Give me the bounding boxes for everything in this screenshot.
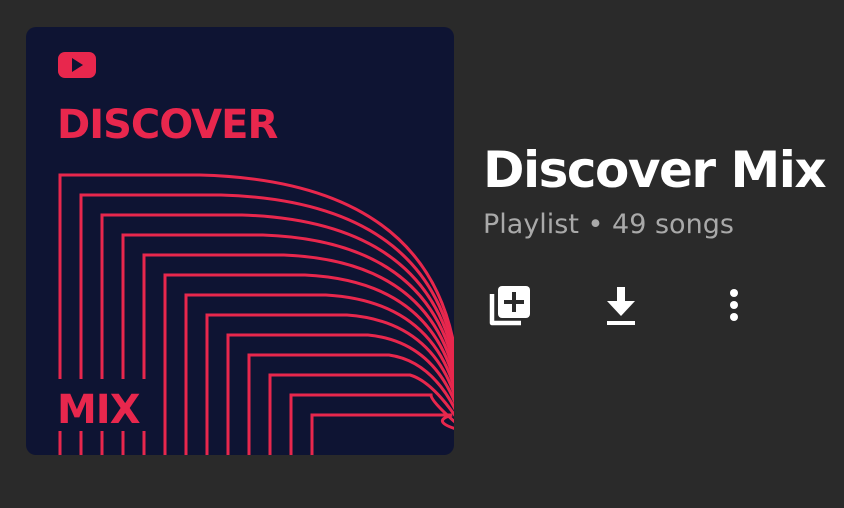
more-options-button[interactable] bbox=[708, 280, 760, 332]
download-icon bbox=[607, 287, 635, 325]
download-button[interactable] bbox=[595, 280, 647, 332]
playlist-title: Discover Mix bbox=[483, 141, 827, 199]
playlist-header: DISCOVER MIX Discover Mix Playlist • 49 … bbox=[0, 0, 844, 508]
playlist-cover-art[interactable]: DISCOVER MIX bbox=[26, 27, 454, 455]
playlist-info: Discover Mix Playlist • 49 songs bbox=[483, 138, 838, 242]
cover-arc-line bbox=[289, 393, 454, 455]
cover-arc-line bbox=[247, 353, 454, 455]
playlist-subtitle: Playlist • 49 songs bbox=[483, 209, 734, 240]
library-add-icon bbox=[489, 286, 530, 326]
cover-bottom-text: MIX bbox=[57, 387, 141, 433]
cover-art-graphic: DISCOVER MIX bbox=[54, 52, 454, 455]
more-vert-icon bbox=[730, 289, 738, 321]
youtube-logo-icon bbox=[58, 52, 96, 78]
add-to-library-button[interactable] bbox=[483, 280, 535, 332]
playlist-actions bbox=[483, 280, 783, 332]
cover-top-text: DISCOVER bbox=[57, 102, 277, 148]
cover-arc-line bbox=[310, 413, 454, 455]
